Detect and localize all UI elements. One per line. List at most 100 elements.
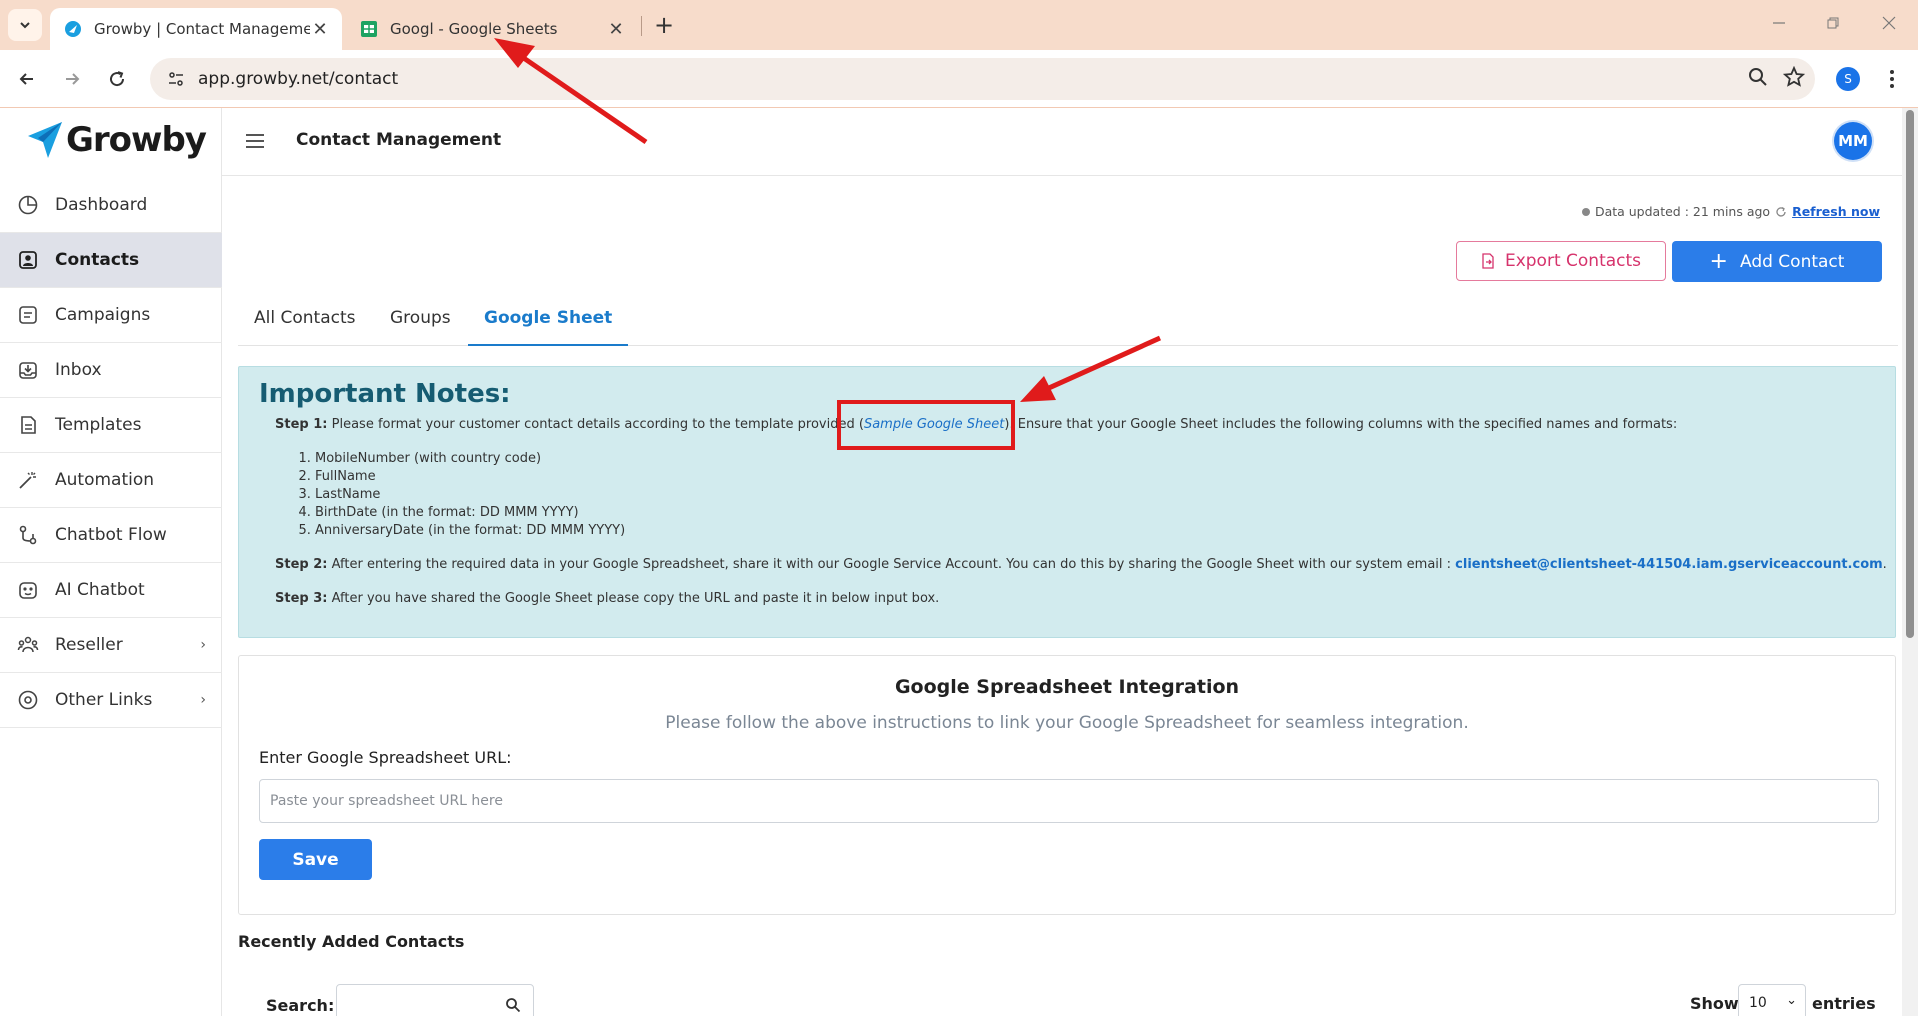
- site-info-icon[interactable]: [156, 70, 196, 88]
- step-label: Step 1:: [275, 417, 328, 432]
- tab-divider: [641, 16, 642, 36]
- sidebar-item-inbox[interactable]: Inbox: [0, 343, 222, 398]
- page-title: Contact Management: [296, 130, 502, 150]
- tab-title: Googl - Google Sheets: [390, 20, 558, 38]
- step-2: Step 2: After entering the required data…: [275, 557, 1887, 572]
- sidebar-menu: Dashboard Contacts Campaigns Inbox Templ…: [0, 178, 222, 728]
- step-text: ). Ensure that your Google Sheet include…: [1004, 417, 1678, 432]
- annotation-highlight-box: [837, 400, 1015, 450]
- search-input[interactable]: [336, 984, 534, 1016]
- refresh-icon[interactable]: [1775, 206, 1787, 218]
- zoom-icon[interactable]: [1747, 66, 1769, 88]
- browser-tab-growby[interactable]: Growby | Contact Management ✕: [50, 8, 342, 50]
- sidebar-item-label: Reseller: [55, 635, 123, 655]
- entries-select[interactable]: 10 ⌄: [1738, 984, 1806, 1016]
- sidebar-item-dashboard[interactable]: Dashboard: [0, 178, 222, 233]
- browser-tab-sheets[interactable]: Googl - Google Sheets ✕: [346, 8, 638, 50]
- list-item: AnniversaryDate (in the format: DD MMM Y…: [315, 523, 625, 541]
- add-contact-button[interactable]: + Add Contact: [1672, 241, 1882, 282]
- step-end: .: [1882, 557, 1887, 572]
- notes-title: Important Notes:: [259, 379, 511, 409]
- search-label: Search:: [266, 996, 335, 1015]
- integration-title: Google Spreadsheet Integration: [894, 676, 1240, 698]
- contact-tabs: All Contacts Groups Google Sheet: [238, 300, 1898, 346]
- reload-button[interactable]: [102, 64, 132, 94]
- tab-all-contacts[interactable]: All Contacts: [254, 308, 355, 346]
- chevron-right-icon: ›: [200, 692, 206, 708]
- address-bar[interactable]: app.growby.net/contact: [150, 58, 1815, 100]
- refresh-now-link[interactable]: Refresh now: [1792, 204, 1880, 219]
- magic-wand-icon: [16, 468, 40, 492]
- entries-value: 10: [1749, 995, 1767, 1011]
- pie-chart-icon: [16, 193, 40, 217]
- list-item: LastName: [315, 487, 625, 505]
- sidebar-item-label: Contacts: [55, 250, 140, 270]
- restore-button[interactable]: [1806, 8, 1860, 38]
- chevron-down-icon: [20, 22, 30, 29]
- data-status: Data updated : 21 mins ago Refresh now: [1581, 204, 1880, 219]
- browser-tabstrip: Growby | Contact Management ✕ Googl - Go…: [0, 0, 1918, 50]
- scrollbar-thumb[interactable]: [1906, 110, 1914, 638]
- sidebar-item-templates[interactable]: Templates: [0, 398, 222, 453]
- tab-search-button[interactable]: [8, 9, 42, 41]
- spreadsheet-url-input[interactable]: [259, 779, 1879, 823]
- close-window-button[interactable]: [1862, 8, 1916, 38]
- chevron-right-icon: ›: [200, 637, 206, 653]
- browser-menu-button[interactable]: [1880, 64, 1904, 94]
- growby-logo-icon: [28, 122, 62, 158]
- plus-icon: +: [1709, 248, 1728, 274]
- service-account-email[interactable]: clientsheet@clientsheet-441504.iam.gserv…: [1455, 557, 1883, 572]
- new-tab-button[interactable]: +: [650, 11, 678, 39]
- growby-logo[interactable]: Growby: [26, 120, 207, 160]
- sidebar: Growby Dashboard Contacts Campaigns Inbo…: [0, 108, 222, 1016]
- tab-groups[interactable]: Groups: [390, 308, 451, 346]
- tab-google-sheet[interactable]: Google Sheet: [468, 308, 629, 346]
- page-scrollbar[interactable]: [1902, 108, 1918, 1016]
- flow-icon: [16, 523, 40, 547]
- url-text: app.growby.net/contact: [198, 69, 399, 89]
- logo-text: Growby: [66, 120, 207, 160]
- star-icon[interactable]: [1783, 66, 1805, 88]
- hamburger-menu-icon[interactable]: [244, 132, 266, 150]
- sidebar-item-ai-chatbot[interactable]: AI Chatbot: [0, 563, 222, 618]
- export-contacts-button[interactable]: Export Contacts: [1456, 241, 1666, 281]
- save-button[interactable]: Save: [259, 839, 372, 880]
- sidebar-item-reseller[interactable]: Reseller ›: [0, 618, 222, 673]
- profile-avatar[interactable]: S: [1836, 67, 1860, 91]
- sidebar-item-chatbot-flow[interactable]: Chatbot Flow: [0, 508, 222, 563]
- browser-toolbar: app.growby.net/contact S: [0, 50, 1918, 108]
- column-list: MobileNumber (with country code) FullNam…: [315, 451, 625, 541]
- step-text: After you have shared the Google Sheet p…: [331, 591, 940, 606]
- close-icon[interactable]: ✕: [606, 19, 626, 40]
- back-button[interactable]: [12, 64, 42, 94]
- sidebar-item-label: AI Chatbot: [55, 580, 145, 600]
- export-icon: [1482, 253, 1494, 269]
- step-label: Step 2:: [275, 557, 328, 572]
- sidebar-item-campaigns[interactable]: Campaigns: [0, 288, 222, 343]
- integration-subtitle: Please follow the above instructions to …: [665, 713, 1469, 733]
- user-avatar[interactable]: MM: [1834, 122, 1872, 160]
- inbox-icon: [16, 358, 40, 382]
- reload-icon: [110, 71, 125, 87]
- minimize-button[interactable]: [1752, 8, 1806, 38]
- sidebar-item-other-links[interactable]: Other Links ›: [0, 673, 222, 728]
- sidebar-item-contacts[interactable]: Contacts: [0, 233, 222, 288]
- status-text: Data updated : 21 mins ago: [1594, 204, 1771, 219]
- recent-contacts-title: Recently Added Contacts: [238, 932, 465, 951]
- step-text: Please format your customer contact deta…: [331, 417, 864, 432]
- arrow-left-icon: [19, 73, 33, 85]
- list-item: FullName: [315, 469, 625, 487]
- sidebar-item-label: Automation: [55, 470, 155, 490]
- forward-button[interactable]: [57, 64, 87, 94]
- app-header: Contact Management MM: [222, 108, 1902, 176]
- chevron-down-icon: ⌄: [1786, 993, 1797, 1008]
- spreadsheet-integration-card: Google Spreadsheet Integration Please fo…: [238, 655, 1896, 915]
- step-label: Step 3:: [275, 591, 328, 606]
- robot-icon: [16, 578, 40, 602]
- compass-icon: [16, 688, 40, 712]
- campaigns-icon: [16, 303, 40, 327]
- sidebar-item-label: Inbox: [55, 360, 102, 380]
- step-text: After entering the required data in your…: [331, 557, 1452, 572]
- sidebar-item-automation[interactable]: Automation: [0, 453, 222, 508]
- close-icon[interactable]: ✕: [310, 19, 330, 40]
